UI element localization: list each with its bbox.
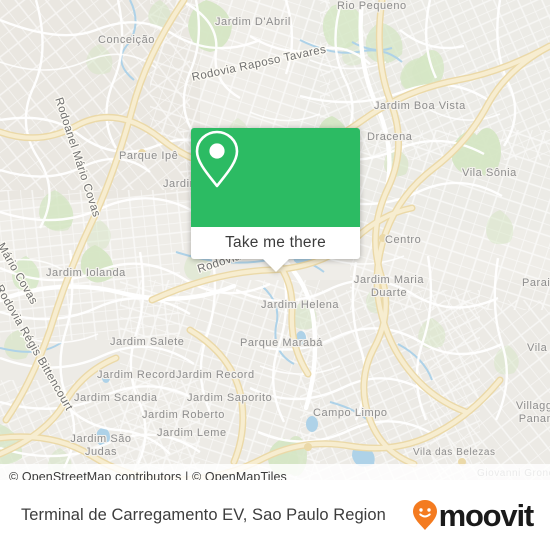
popup-image-panel bbox=[191, 128, 360, 227]
moovit-wordmark: moovit bbox=[438, 497, 535, 533]
page-title: Terminal de Carregamento EV, Sao Paulo R… bbox=[21, 505, 386, 524]
moovit-logo[interactable]: moovit bbox=[412, 497, 535, 533]
take-me-there-button[interactable]: Take me there bbox=[191, 227, 360, 259]
location-popup[interactable]: Take me there bbox=[191, 128, 360, 272]
map-screenshot: Conceição Jardim D'Abril Rio Pequeno Jar… bbox=[0, 0, 550, 550]
map-pin-icon bbox=[195, 130, 239, 188]
map-attribution-bar: © OpenStreetMap contributors | © OpenMap… bbox=[0, 464, 550, 480]
footer-bar: Terminal de Carregamento EV, Sao Paulo R… bbox=[0, 480, 550, 550]
map-canvas[interactable]: Conceição Jardim D'Abril Rio Pequeno Jar… bbox=[0, 0, 550, 480]
map-attribution-text: © OpenStreetMap contributors | © OpenMap… bbox=[9, 469, 287, 481]
moovit-smiley-pin-icon bbox=[412, 500, 437, 530]
popup-tail bbox=[262, 259, 289, 272]
take-me-there-label: Take me there bbox=[225, 234, 326, 251]
